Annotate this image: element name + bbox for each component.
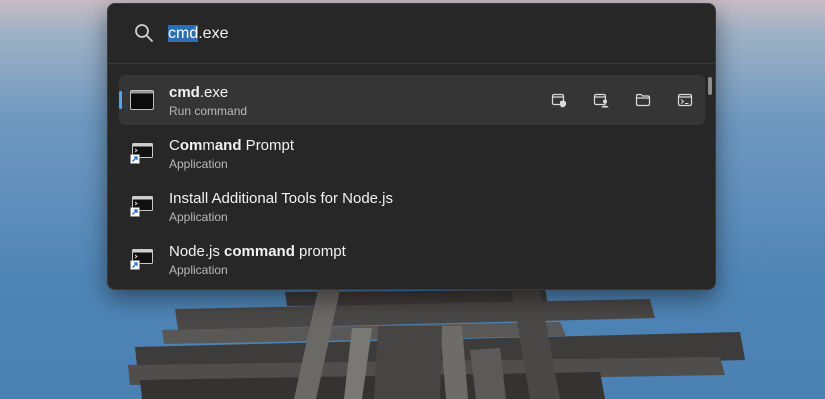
run-as-admin-button[interactable] — [549, 90, 569, 110]
results-list: cmd.exe Run command Command Prompt Appli… — [108, 64, 715, 289]
run-as-different-user-button[interactable] — [591, 90, 611, 110]
result-title: Install Additional Tools for Node.js — [169, 190, 394, 207]
result-row-install-additional-tools[interactable]: Install Additional Tools for Node.js App… — [119, 181, 705, 231]
open-containing-folder-button[interactable] — [633, 90, 653, 110]
command-prompt-shortcut-icon — [130, 143, 153, 164]
result-title: Command Prompt — [169, 137, 295, 154]
search-input[interactable]: cmd.exe — [168, 23, 228, 45]
result-subtitle: Application — [169, 157, 228, 171]
result-row-nodejs-command-prompt[interactable]: Node.js command prompt Application — [119, 234, 705, 284]
command-prompt-shortcut-icon — [130, 249, 153, 270]
selection-indicator — [119, 91, 122, 109]
search-query-text: .exe — [198, 25, 229, 42]
command-prompt-shortcut-icon — [130, 196, 153, 217]
open-path-in-console-button[interactable] — [675, 90, 695, 110]
run-as-different-user-icon — [593, 93, 609, 108]
search-bar[interactable]: cmd.exe — [108, 4, 715, 63]
run-launcher-window: cmd.exe cmd.exe Run command Command Prom… — [107, 3, 716, 290]
search-query-selected-text: cmd — [168, 25, 199, 42]
result-row-cmd-exe[interactable]: cmd.exe Run command — [119, 75, 705, 125]
open-containing-folder-icon — [635, 93, 651, 107]
result-subtitle: Application — [169, 263, 228, 277]
result-title: Node.js command prompt — [169, 243, 346, 260]
run-as-admin-icon — [551, 93, 566, 108]
result-subtitle: Run command — [169, 104, 248, 118]
result-actions — [549, 90, 695, 110]
search-icon — [135, 24, 153, 42]
console-window-icon — [130, 90, 154, 110]
result-row-command-prompt[interactable]: Command Prompt Application — [119, 128, 705, 178]
results-scrollbar[interactable] — [708, 77, 712, 95]
result-subtitle: Application — [169, 210, 228, 224]
open-path-in-console-icon — [677, 93, 693, 107]
result-title: cmd.exe — [169, 84, 229, 101]
